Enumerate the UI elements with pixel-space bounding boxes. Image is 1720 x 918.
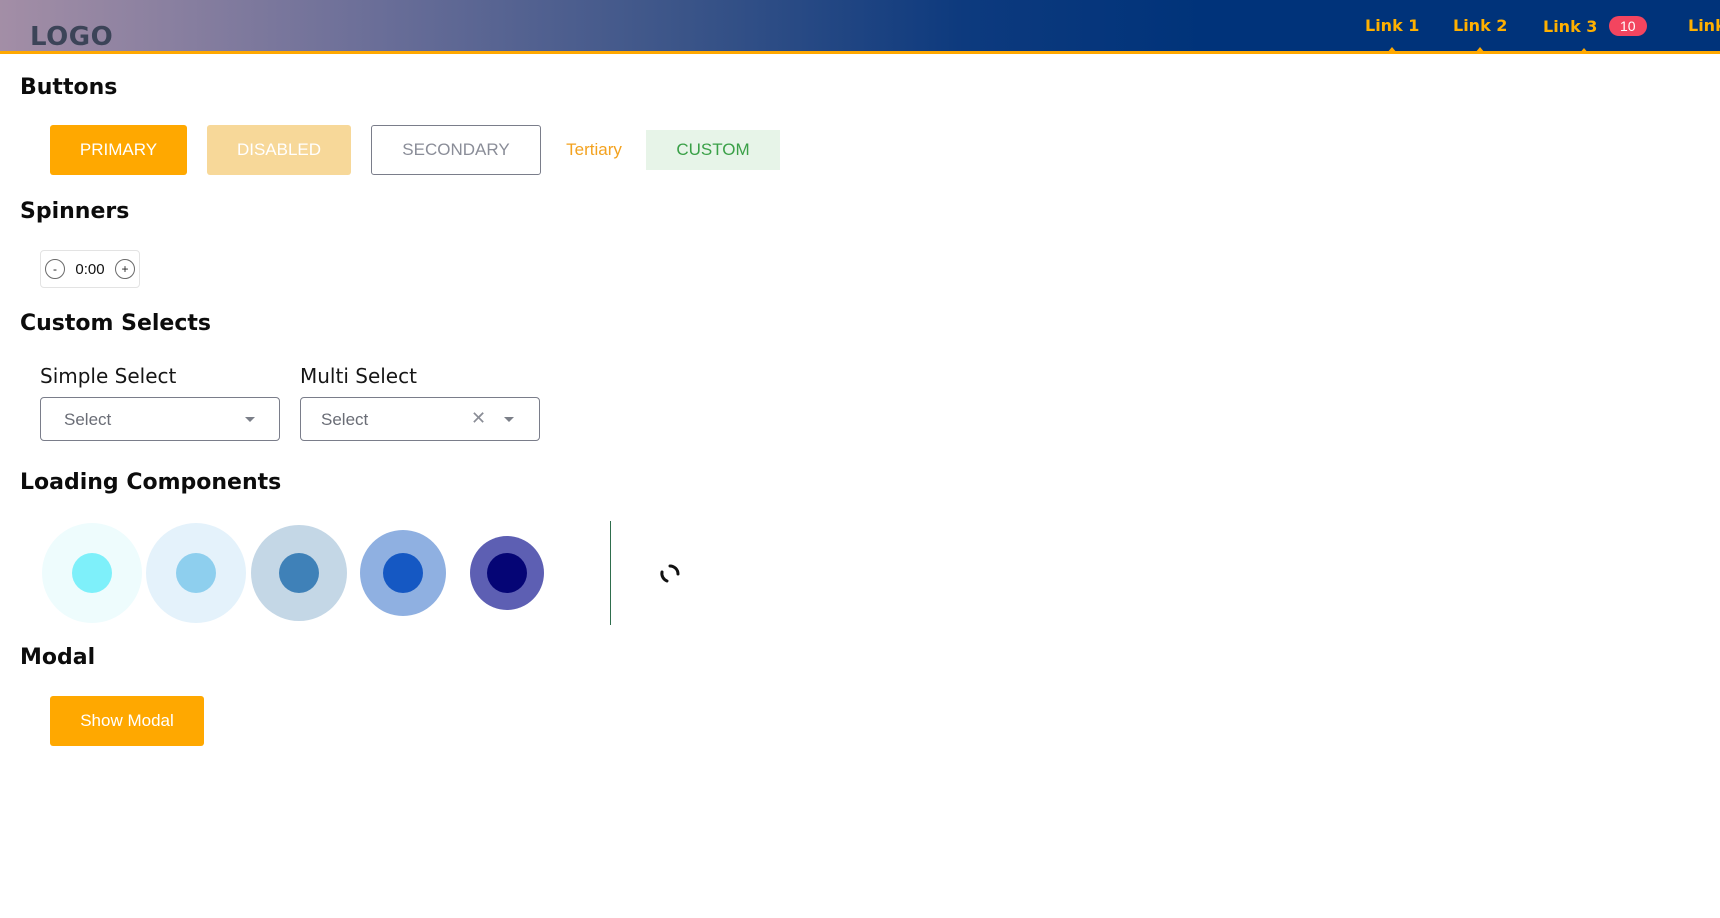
primary-button[interactable]: PRIMARY xyxy=(50,125,187,175)
nav-link-1[interactable]: Link 1 xyxy=(1365,16,1420,53)
chevron-down-icon[interactable] xyxy=(504,417,514,422)
loading-dot xyxy=(383,553,423,593)
decrement-button[interactable]: - xyxy=(45,259,65,279)
section-title-loading-components: Loading Components xyxy=(20,470,282,495)
active-caret-icon xyxy=(1475,47,1486,53)
loading-dot xyxy=(487,553,527,593)
nav-link-label: Link 2 xyxy=(1453,16,1508,35)
divider xyxy=(610,521,611,625)
notification-badge: 10 xyxy=(1609,16,1647,36)
active-caret-icon xyxy=(1579,48,1590,54)
nav-link-3[interactable]: Link 3 10 xyxy=(1543,16,1647,54)
simple-select[interactable]: Select xyxy=(40,397,280,441)
multi-select[interactable]: Select ✕ xyxy=(300,397,540,441)
loading-indicator xyxy=(360,530,446,616)
nav-link-4[interactable]: Link 4 xyxy=(1688,16,1720,35)
custom-button[interactable]: CUSTOM xyxy=(646,130,780,170)
select-placeholder: Select xyxy=(321,410,369,429)
nav-link-label: Link 1 xyxy=(1365,16,1420,35)
spinner-value[interactable]: 0:00 xyxy=(75,261,104,278)
simple-select-label: Simple Select xyxy=(40,364,177,388)
secondary-button[interactable]: SECONDARY xyxy=(371,125,541,175)
loading-indicator xyxy=(42,523,142,623)
logo[interactable]: LOGO xyxy=(30,22,113,52)
time-spinner: - 0:00 + xyxy=(40,250,140,288)
loading-indicator xyxy=(146,523,246,623)
loading-dot xyxy=(72,553,112,593)
multi-select-label: Multi Select xyxy=(300,364,417,388)
disabled-button: DISABLED xyxy=(207,125,351,175)
loading-dot xyxy=(176,553,216,593)
nav-link-label: Link 3 xyxy=(1543,17,1598,36)
loading-spinner-icon xyxy=(660,564,680,583)
top-navbar: LOGO Link 1 Link 2 Link 3 10 Link 4 xyxy=(0,0,1720,54)
increment-button[interactable]: + xyxy=(114,259,135,279)
show-modal-button[interactable]: Show Modal xyxy=(50,696,204,746)
loading-indicator xyxy=(470,536,544,610)
nav-link-2[interactable]: Link 2 xyxy=(1453,16,1508,53)
loading-dot xyxy=(279,553,319,593)
section-title-buttons: Buttons xyxy=(20,75,118,100)
section-title-custom-selects: Custom Selects xyxy=(20,311,211,336)
chevron-down-icon[interactable] xyxy=(245,417,255,422)
section-title-spinners: Spinners xyxy=(20,199,130,224)
active-caret-icon xyxy=(1387,47,1398,53)
close-icon[interactable]: ✕ xyxy=(471,409,486,427)
tertiary-button[interactable]: Tertiary xyxy=(556,125,632,175)
loading-indicator xyxy=(251,525,347,621)
section-title-modal: Modal xyxy=(20,645,96,670)
nav-link-label: Link 4 xyxy=(1688,16,1720,35)
select-placeholder: Select xyxy=(64,410,112,429)
